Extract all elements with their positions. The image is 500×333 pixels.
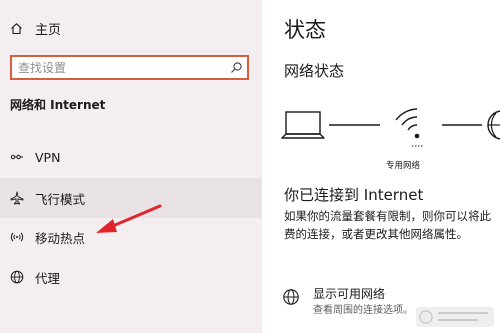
sidebar-item-label: 代理 (35, 270, 61, 286)
sidebar-item-label: 飞行模式 (35, 191, 86, 207)
page-title: 状态 (284, 18, 326, 42)
airplane-icon (9, 190, 25, 206)
network-status-heading: 网络状态 (284, 62, 345, 80)
description-line: 如果你的流量套餐有限制，则你可以将此 (284, 209, 491, 223)
section-heading: 网络和 Internet (10, 98, 106, 112)
settings-window: 主页 网络和 Internet VPN (0, 0, 500, 333)
home-label: 主页 (35, 22, 62, 38)
search-icon[interactable] (225, 61, 247, 74)
sidebar: 主页 网络和 Internet VPN (0, 0, 262, 333)
sidebar-item-vpn[interactable]: VPN (0, 137, 262, 177)
internet-globe-icon (487, 110, 500, 140)
main-content: 状态 网络状态 专用网络 你已连接到 Internet 如果你的流量套餐有限制，… (262, 0, 500, 333)
search-box[interactable] (10, 55, 249, 80)
show-available-networks-link[interactable]: 显示可用网络 查看周围的连接选项。 (282, 286, 413, 318)
show-networks-title: 显示可用网络 (313, 287, 386, 301)
show-networks-subtitle: 查看周围的连接选项。 (313, 305, 413, 316)
description-line: 费的连接，或者更改其他网络属性。 (284, 227, 468, 241)
wifi-icon (395, 108, 423, 147)
laptop-icon (281, 111, 325, 139)
sidebar-item-airplane-mode[interactable]: 飞行模式 (0, 178, 262, 218)
network-globe-icon (282, 288, 302, 308)
network-type-label: 专用网络 (386, 161, 421, 171)
vpn-icon (9, 149, 25, 165)
sidebar-item-mobile-hotspot[interactable]: 移动热点 (0, 217, 262, 257)
globe-icon (9, 269, 25, 285)
network-diagram (281, 108, 500, 147)
home-link[interactable]: 主页 (10, 18, 61, 38)
search-input[interactable] (12, 57, 225, 78)
hotspot-icon (9, 229, 25, 245)
watermark-logo (416, 307, 494, 327)
sidebar-item-label: 移动热点 (35, 230, 86, 246)
connection-status-heading: 你已连接到 Internet (284, 186, 424, 204)
sidebar-item-label: VPN (35, 149, 61, 165)
home-icon (10, 22, 23, 35)
connection-description: 如果你的流量套餐有限制，则你可以将此 费的连接，或者更改其他网络属性。 (284, 207, 500, 243)
sidebar-item-proxy[interactable]: 代理 (0, 257, 262, 297)
